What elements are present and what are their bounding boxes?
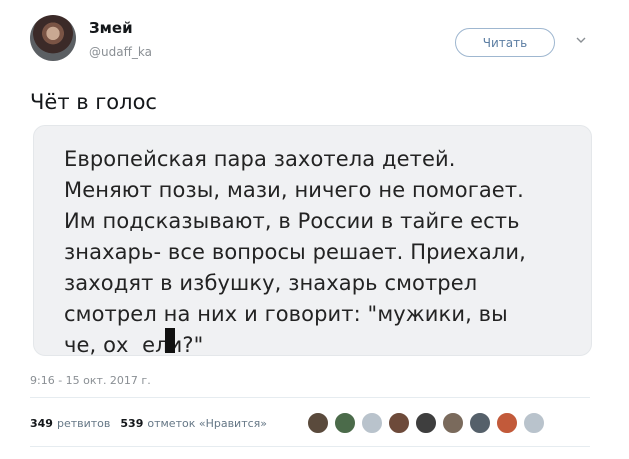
liker-avatar-8[interactable] — [496, 412, 518, 434]
tweet-image[interactable]: Европейская пара захотела детей. Меняют … — [33, 125, 592, 356]
likers-avatars — [307, 412, 545, 434]
liker-avatar-2[interactable] — [334, 412, 356, 434]
author-name[interactable]: Змей — [89, 19, 133, 37]
divider-bottom — [30, 446, 590, 447]
follow-button[interactable]: Читать — [455, 28, 555, 57]
likes-stat[interactable]: 539 отметок «Нравится» — [120, 417, 267, 430]
tweet-timestamp[interactable]: 9:16 - 15 окт. 2017 г. — [30, 374, 151, 387]
tweet-text: Чёт в голос — [30, 90, 157, 114]
chevron-down-icon[interactable] — [575, 34, 587, 46]
author-handle[interactable]: @udaff_ka — [89, 45, 152, 59]
liker-avatar-3[interactable] — [361, 412, 383, 434]
likes-count: 539 — [120, 417, 144, 430]
retweets-count: 349 — [30, 417, 53, 430]
divider-top — [30, 397, 590, 398]
image-caption-text: Европейская пара захотела детей. Меняют … — [64, 147, 526, 356]
author-avatar[interactable] — [30, 15, 76, 61]
tweet-stats: 349 ретвитов 539 отметок «Нравится» — [30, 417, 267, 430]
likes-label: отметок «Нравится» — [147, 417, 268, 430]
censor-bar — [165, 328, 175, 353]
liker-avatar-4[interactable] — [388, 412, 410, 434]
retweets-stat[interactable]: 349 ретвитов — [30, 417, 110, 430]
liker-avatar-6[interactable] — [442, 412, 464, 434]
liker-avatar-1[interactable] — [307, 412, 329, 434]
retweets-label: ретвитов — [56, 417, 111, 430]
liker-avatar-7[interactable] — [469, 412, 491, 434]
liker-avatar-5[interactable] — [415, 412, 437, 434]
liker-avatar-9[interactable] — [523, 412, 545, 434]
